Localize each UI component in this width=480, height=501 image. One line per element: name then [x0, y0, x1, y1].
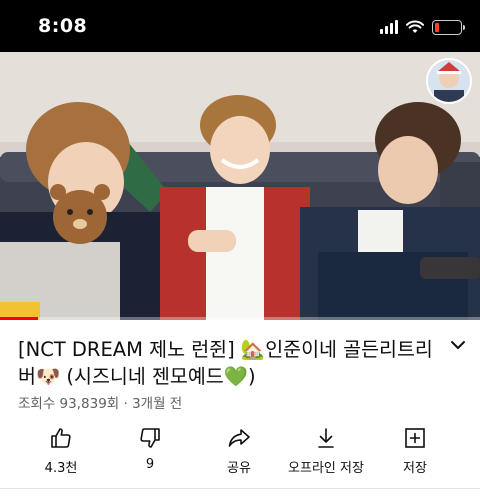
download-label: 오프라인 저장 — [288, 461, 364, 476]
share-label: 공유 — [227, 461, 251, 476]
chevron-down-icon[interactable] — [446, 332, 470, 356]
like-button[interactable]: 4.3천 — [16, 426, 106, 476]
dislike-count: 9 — [145, 457, 155, 472]
video-frame — [0, 52, 480, 320]
save-to-playlist-icon — [405, 428, 425, 448]
status-time: 8:08 — [38, 15, 88, 37]
thumbs-down-icon — [140, 428, 160, 448]
section-divider — [0, 488, 480, 489]
video-title: [NCT DREAM 제노 런쥔] 🏡인준이네 골든리트리버🐶 (시즈니네 젠모… — [18, 338, 433, 388]
status-bar: 8:08 — [0, 0, 480, 52]
next-section-peek — [0, 488, 480, 501]
battery-icon — [432, 19, 465, 35]
progress-played — [0, 317, 39, 320]
video-meta: 조회수 93,839회 · 3개월 전 — [18, 396, 183, 412]
dislike-button[interactable]: 9 — [105, 426, 195, 472]
like-count: 4.3천 — [44, 461, 78, 476]
download-icon — [318, 428, 334, 448]
save-label: 저장 — [403, 461, 427, 476]
save-button[interactable]: 저장 — [370, 426, 460, 476]
video-progress-bar[interactable] — [0, 317, 480, 320]
action-bar: 4.3천 9 공유 오프라인 저장 저장 — [0, 426, 480, 478]
status-icons — [380, 17, 465, 37]
share-button[interactable]: 공유 — [194, 426, 284, 476]
thumbs-up-icon — [51, 428, 71, 448]
download-button[interactable]: 오프라인 저장 — [281, 426, 371, 476]
wifi-icon — [406, 20, 424, 33]
channel-avatar[interactable] — [426, 58, 472, 104]
video-player[interactable] — [0, 52, 480, 320]
cellular-signal-icon — [380, 20, 398, 34]
share-icon — [228, 429, 250, 447]
